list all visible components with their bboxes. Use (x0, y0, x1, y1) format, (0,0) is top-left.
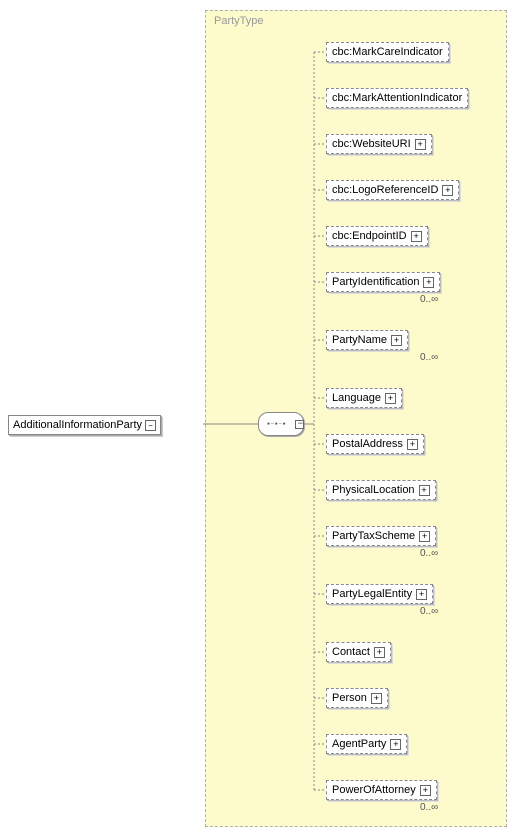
child-label: cbc:WebsiteURI (332, 138, 411, 150)
child-element[interactable]: PhysicalLocation + (326, 480, 436, 500)
cardinality-label: 0..∞ (420, 606, 438, 617)
child-element[interactable]: PostalAddress + (326, 434, 424, 454)
expand-icon[interactable]: + (423, 277, 434, 288)
expand-icon[interactable]: + (385, 393, 396, 404)
child-label: PartyIdentification (332, 276, 419, 288)
child-label: PartyTaxScheme (332, 530, 415, 542)
cardinality-label: 0..∞ (420, 548, 438, 559)
root-element[interactable]: AdditionalInformationParty− (8, 415, 161, 435)
child-element[interactable]: cbc:MarkCareIndicator (326, 42, 449, 62)
child-element[interactable]: PartyIdentification + (326, 272, 440, 292)
root-label: AdditionalInformationParty (13, 419, 142, 431)
child-label: cbc:LogoReferenceID (332, 184, 438, 196)
expand-icon[interactable]: + (390, 739, 401, 750)
child-element[interactable]: cbc:EndpointID + (326, 226, 428, 246)
child-label: PartyName (332, 334, 387, 346)
child-label: PowerOfAttorney (332, 784, 416, 796)
expand-icon[interactable]: + (415, 139, 426, 150)
cardinality-label: 0..∞ (420, 294, 438, 305)
child-label: PostalAddress (332, 438, 403, 450)
container-label: PartyType (214, 15, 264, 27)
child-element[interactable]: PartyTaxScheme + (326, 526, 436, 546)
child-label: cbc:MarkCareIndicator (332, 46, 443, 58)
child-label: AgentParty (332, 738, 386, 750)
sequence-collapse-icon: − (298, 418, 303, 428)
expand-icon[interactable]: + (442, 185, 453, 196)
child-element[interactable]: PartyLegalEntity + (326, 584, 433, 604)
child-element[interactable]: Language + (326, 388, 402, 408)
expand-icon[interactable]: + (419, 485, 430, 496)
child-element[interactable]: PartyName + (326, 330, 408, 350)
sequence-compositor[interactable]: ●–●–● − (258, 412, 304, 436)
child-label: PartyLegalEntity (332, 588, 412, 600)
child-element[interactable]: AgentParty + (326, 734, 407, 754)
expand-icon[interactable]: + (411, 231, 422, 242)
child-element[interactable]: PowerOfAttorney + (326, 780, 437, 800)
child-label: cbc:EndpointID (332, 230, 407, 242)
child-label: Person (332, 692, 367, 704)
child-element[interactable]: cbc:WebsiteURI + (326, 134, 432, 154)
cardinality-label: 0..∞ (420, 802, 438, 813)
child-element[interactable]: cbc:LogoReferenceID + (326, 180, 459, 200)
expand-icon[interactable]: + (371, 693, 382, 704)
expand-icon[interactable]: + (391, 335, 402, 346)
child-label: Language (332, 392, 381, 404)
child-label: Contact (332, 646, 370, 658)
expand-icon[interactable]: + (420, 785, 431, 796)
child-element[interactable]: cbc:MarkAttentionIndicator (326, 88, 468, 108)
expand-icon[interactable]: + (374, 647, 385, 658)
expand-icon[interactable]: + (419, 531, 430, 542)
child-label: cbc:MarkAttentionIndicator (332, 92, 462, 104)
collapse-icon[interactable]: − (145, 420, 156, 431)
expand-icon[interactable]: + (407, 439, 418, 450)
expand-icon[interactable]: + (416, 589, 427, 600)
child-label: PhysicalLocation (332, 484, 415, 496)
child-element[interactable]: Contact + (326, 642, 391, 662)
child-element[interactable]: Person + (326, 688, 388, 708)
cardinality-label: 0..∞ (420, 352, 438, 363)
sequence-dots-icon: ●–●–● (267, 421, 287, 427)
